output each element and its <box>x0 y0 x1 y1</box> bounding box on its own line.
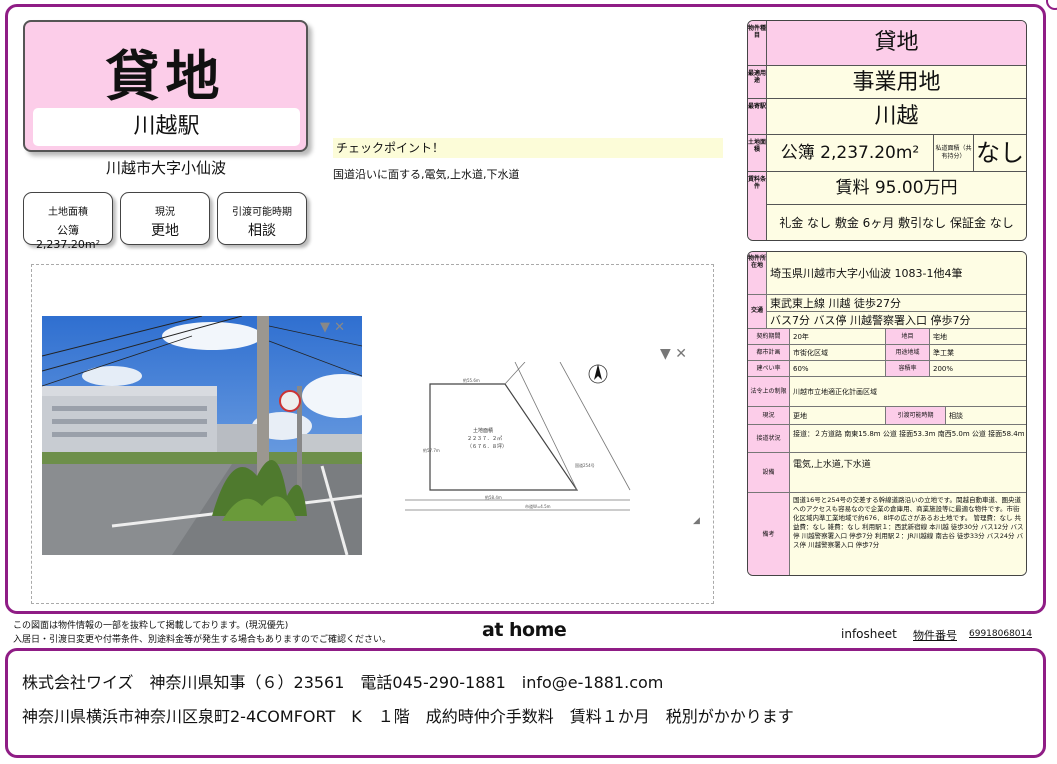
svg-text:約55.6m: 約55.6m <box>463 377 480 383</box>
address-short: 川越市大字小仙波 <box>105 159 226 177</box>
far-value: 200% <box>930 361 1026 376</box>
status-label: 現況 <box>155 207 175 218</box>
athome-logo: at home <box>482 619 567 641</box>
detail-status-value: 更地 <box>790 407 886 424</box>
detail-row-location: 物件所在地 埼玉県川越市大字小仙波 1083-1他4筆 <box>748 252 1026 295</box>
zone-value: 準工業 <box>930 345 1026 360</box>
location-value: 埼玉県川越市大字小仙波 1083-1他4筆 <box>767 252 1026 294</box>
checkpoint-body: 国道沿いに面する,電気,上水道,下水道 <box>333 168 520 181</box>
summary-row-rent: 賃料条件 賃料 95.00万円 礼金 なし 敷金 6ヶ月 敷引なし 保証金 なし <box>748 172 1026 240</box>
detail-row-coverage: 建ぺい率 60% 容積率 200% <box>748 361 1026 377</box>
road-label: 接道状況 <box>748 425 790 452</box>
resize-handle-icon[interactable]: ◢ <box>693 516 700 526</box>
contract-value: 20年 <box>790 329 886 344</box>
disclaimer-line-2: 入居日・引渡日変更や付帯条件、別途料金等が発生する場合もありますのでご確認くださ… <box>13 635 392 645</box>
private-road-value: なし <box>976 139 1024 167</box>
restrict-label: 法令上の制限 <box>748 377 790 406</box>
handover-value: 相談 <box>946 407 1026 424</box>
remarks-label: 備考 <box>748 493 790 575</box>
facility-value: 電気,上水道,下水道 <box>790 453 1026 492</box>
detail-row-traffic: 交通 東武東上線 川越 徒歩27分 バス7分 バス停 川越警察署入口 停歩7分 <box>748 295 1026 329</box>
move-in-label: 引渡可能時期 <box>232 207 292 218</box>
svg-text:約58.4m: 約58.4m <box>485 494 502 500</box>
summary-station: 川越 <box>767 99 1026 134</box>
zone-label: 用途地域 <box>886 345 930 360</box>
corner-circle-icon <box>1046 0 1057 10</box>
handover-label: 引渡可能時期 <box>886 407 946 424</box>
land-value: 宅地 <box>930 329 1026 344</box>
city-value: 市街化区域 <box>790 345 886 360</box>
company-info-line-1: 株式会社ワイズ 神奈川県知事（６）23561 電話045-290-1881 in… <box>22 673 664 692</box>
summary-label-use: 最適用途 <box>748 66 767 98</box>
rent-value: 賃料 95.00万円 <box>767 172 1026 205</box>
detail-row-status: 現況 更地 引渡可能時期 相談 <box>748 407 1026 425</box>
svg-text:約57.7m: 約57.7m <box>423 447 440 453</box>
status-value: 更地 <box>151 223 179 239</box>
detail-row-remarks: 備考 国道16号と254号の交差する幹線道路沿いの立地です。関越自動車道、圏央道… <box>748 493 1026 575</box>
land-area-badge: 土地面積 公簿 2,237.20m² <box>23 192 113 251</box>
summary-row-area: 土地面積 公簿 2,237.20m² 私道面積（共有持分） なし <box>748 135 1026 172</box>
traffic-line-1: 東武東上線 川越 徒歩27分 <box>767 295 1026 312</box>
station-name: 川越駅 <box>33 108 300 146</box>
detail-table: 物件所在地 埼玉県川越市大字小仙波 1083-1他4筆 交通 東武東上線 川越 … <box>747 251 1027 576</box>
disclaimer-line-1: この図面は物件情報の一部を抜粋して掲載しております。(現況優先) <box>13 621 289 631</box>
move-in-value: 相談 <box>248 223 276 239</box>
company-info-line-2: 神奈川県横浜市神奈川区泉町2-4COMFORT K １階 成約時仲介手数料 賃料… <box>22 707 794 726</box>
property-number-label: 物件番号 <box>913 629 957 642</box>
rent-conditions: 礼金 なし 敷金 6ヶ月 敷引なし 保証金 なし <box>779 216 1014 230</box>
site-photo[interactable] <box>42 316 362 555</box>
facility-label: 設備 <box>748 453 790 492</box>
map-area-title: 土地面積 <box>473 427 493 434</box>
summary-label-type: 物件種目 <box>748 21 767 65</box>
detail-row-contract: 契約期間 20年 地目 宅地 <box>748 329 1026 345</box>
detail-row-road: 接道状況 接道：２方道路 南東15.8m 公道 接面53.3m 南西5.0m 公… <box>748 425 1026 453</box>
detail-status-label: 現況 <box>748 407 790 424</box>
svg-text:市道W=4.5m: 市道W=4.5m <box>525 503 551 509</box>
status-badge: 現況 更地 <box>120 192 210 245</box>
detail-row-restrict: 法令上の制限 川越市立地適正化計画区域 <box>748 377 1026 407</box>
property-type-box: 貸地 川越駅 <box>23 20 308 152</box>
detail-row-city: 都市計画 市街化区域 用途地域 準工業 <box>748 345 1026 361</box>
city-label: 都市計画 <box>748 345 790 360</box>
checkpoint-heading: チェックポイント！ <box>333 138 723 158</box>
land-label: 地目 <box>886 329 930 344</box>
road-value: 接道：２方道路 南東15.8m 公道 接面53.3m 南西5.0m 公道 接面5… <box>790 425 1026 452</box>
summary-label-area: 土地面積 <box>748 135 767 171</box>
map-area-tsubo: （６７６．８坪） <box>467 443 507 450</box>
map-area-value: ２２３７．２㎡ <box>467 435 502 442</box>
infosheet-label: infosheet <box>841 627 897 641</box>
summary-label-station: 最寄駅 <box>748 99 767 134</box>
coverage-label: 建ぺい率 <box>748 361 790 376</box>
photo-menu-icon[interactable]: ▼ ✕ <box>320 320 345 335</box>
contract-label: 契約期間 <box>748 329 790 344</box>
svg-text:国道254号: 国道254号 <box>575 462 595 468</box>
summary-table: 物件種目 貸地 最適用途 事業用地 最寄駅 川越 土地面積 公簿 2,237.2… <box>747 20 1027 241</box>
traffic-label: 交通 <box>748 295 767 328</box>
move-in-badge: 引渡可能時期 相談 <box>217 192 307 245</box>
summary-use: 事業用地 <box>767 66 1026 98</box>
restrict-value: 川越市立地適正化計画区域 <box>790 377 1026 406</box>
remarks-value: 国道16号と254号の交差する幹線道路沿いの立地です。関越自動車道、圏央道へのア… <box>790 493 1026 575</box>
far-label: 容積率 <box>886 361 930 376</box>
property-number: 69918068014 <box>969 629 1032 639</box>
private-road-label: 私道面積（共有持分） <box>934 135 974 171</box>
location-label: 物件所在地 <box>748 252 767 294</box>
land-area-label: 土地面積 <box>48 207 88 218</box>
map-menu-icon[interactable]: ▼ ✕ <box>660 346 687 362</box>
summary-label-rent: 賃料条件 <box>748 172 767 240</box>
summary-row-type: 物件種目 貸地 <box>748 21 1026 66</box>
summary-row-use: 最適用途 事業用地 <box>748 66 1026 99</box>
detail-row-facility: 設備 電気,上水道,下水道 <box>748 453 1026 493</box>
property-type: 貸地 <box>105 44 226 108</box>
summary-row-station: 最寄駅 川越 <box>748 99 1026 135</box>
summary-area: 公簿 2,237.20m² <box>767 135 934 171</box>
traffic-line-2: バス7分 バス停 川越警察署入口 停歩7分 <box>770 314 971 327</box>
summary-type: 貸地 <box>767 21 1026 65</box>
coverage-value: 60% <box>790 361 886 376</box>
land-area-value: 公簿 2,237.20m² <box>35 224 101 251</box>
site-map: 約55.6m 約57.7m 約58.4m 市道W=4.5m 国道254号 土地面… <box>405 361 705 522</box>
